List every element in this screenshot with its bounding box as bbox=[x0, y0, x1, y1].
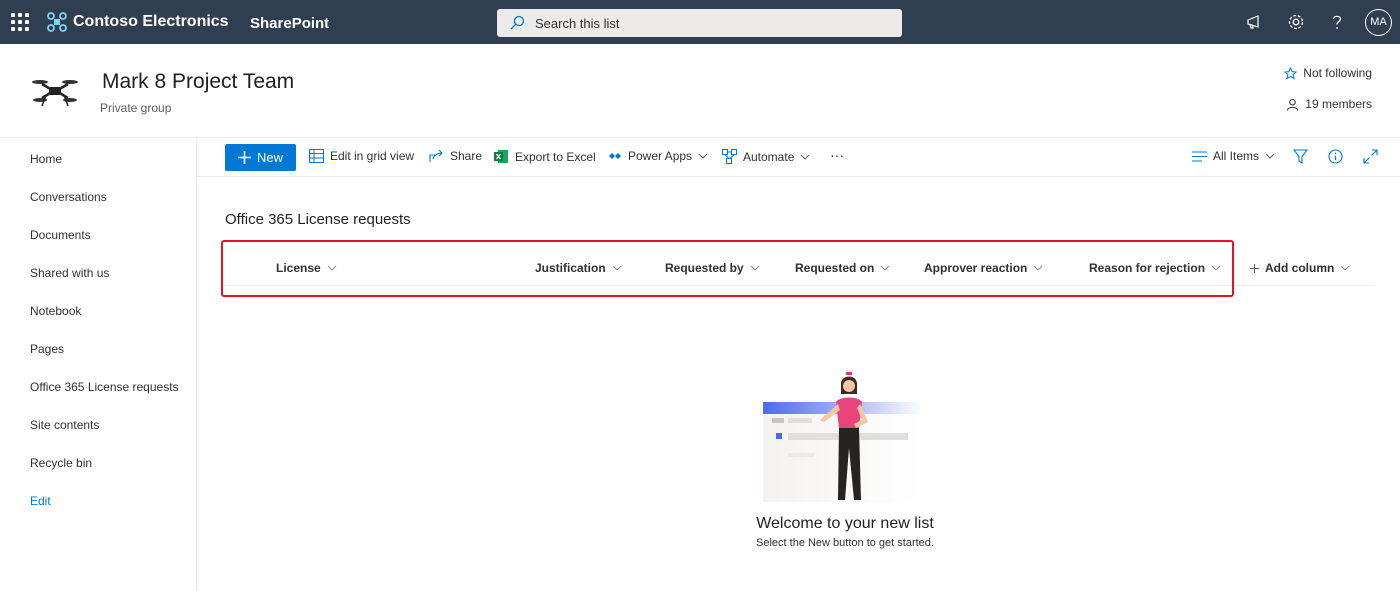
empty-list-illustration bbox=[763, 372, 923, 502]
gear-icon[interactable] bbox=[1286, 12, 1306, 32]
power-apps-label: Power Apps bbox=[628, 149, 693, 163]
site-subtitle: Private group bbox=[100, 101, 172, 115]
view-selector[interactable]: All Items bbox=[1192, 149, 1275, 163]
search-icon bbox=[510, 15, 525, 30]
nav-edit-link[interactable]: Edit bbox=[30, 494, 51, 508]
power-apps-button[interactable]: Power Apps bbox=[608, 149, 708, 163]
nav-item-site-contents[interactable]: Site contents bbox=[30, 418, 99, 432]
share-button[interactable]: Share bbox=[429, 149, 482, 163]
brand-name[interactable]: Contoso Electronics bbox=[73, 13, 229, 31]
add-column-button[interactable]: Add column bbox=[1250, 261, 1350, 275]
view-list-icon bbox=[1192, 151, 1207, 161]
nav-item-license-requests[interactable]: Office 365 License requests bbox=[30, 380, 179, 394]
nav-item-notebook[interactable]: Notebook bbox=[30, 304, 81, 318]
site-title: Mark 8 Project Team bbox=[102, 70, 295, 93]
members-button[interactable]: 19 members bbox=[1286, 97, 1372, 111]
help-icon[interactable] bbox=[1327, 12, 1347, 32]
share-label: Share bbox=[450, 149, 483, 163]
chevron-down-icon bbox=[698, 153, 708, 159]
edit-grid-button[interactable]: Edit in grid view bbox=[309, 149, 414, 163]
chevron-down-icon bbox=[1265, 153, 1275, 159]
app-launcher-icon[interactable] bbox=[11, 13, 29, 31]
suite-bar: Contoso Electronics SharePoint MA bbox=[0, 0, 1400, 44]
nav-item-home[interactable]: Home bbox=[30, 152, 62, 166]
empty-state-subtitle: Select the New button to get started. bbox=[756, 537, 934, 549]
app-name[interactable]: SharePoint bbox=[250, 15, 329, 32]
add-column-label: Add column bbox=[1265, 261, 1335, 275]
nav-item-shared-with-us[interactable]: Shared with us bbox=[30, 266, 109, 280]
list-title: Office 365 License requests bbox=[225, 211, 411, 228]
new-button-label: New bbox=[256, 150, 283, 165]
follow-button[interactable]: Not following bbox=[1284, 66, 1372, 80]
search-input[interactable] bbox=[535, 9, 885, 37]
automate-label: Automate bbox=[743, 149, 795, 164]
view-label: All Items bbox=[1213, 149, 1260, 163]
plus-icon bbox=[1250, 263, 1259, 273]
plus-icon bbox=[237, 151, 251, 164]
info-icon[interactable] bbox=[1328, 149, 1343, 164]
new-button[interactable]: New bbox=[225, 144, 296, 171]
empty-state-title: Welcome to your new list bbox=[756, 515, 934, 532]
column-highlight-box bbox=[221, 240, 1234, 297]
site-header: Mark 8 Project Team Private group Not fo… bbox=[0, 44, 1400, 138]
left-nav: Home Conversations Documents Shared with… bbox=[0, 138, 197, 591]
follow-label: Not following bbox=[1303, 66, 1372, 80]
drone-logo-icon[interactable] bbox=[30, 70, 80, 110]
export-excel-label: Export to Excel bbox=[515, 149, 596, 164]
nav-item-pages[interactable]: Pages bbox=[30, 342, 64, 356]
automate-button[interactable]: Automate bbox=[722, 149, 810, 164]
share-icon bbox=[429, 149, 443, 162]
filter-icon[interactable] bbox=[1293, 149, 1308, 164]
export-excel-button[interactable]: Export to Excel bbox=[494, 149, 596, 164]
grid-icon bbox=[309, 149, 324, 163]
members-label: 19 members bbox=[1305, 97, 1372, 111]
person-icon bbox=[1287, 98, 1299, 111]
avatar[interactable]: MA bbox=[1365, 9, 1392, 36]
chevron-down-icon bbox=[801, 154, 810, 160]
command-bar: New Edit in grid view Share Export to Ex… bbox=[197, 138, 1400, 177]
power-apps-icon bbox=[609, 153, 621, 159]
search-box[interactable] bbox=[497, 9, 902, 37]
star-icon bbox=[1284, 66, 1298, 80]
excel-icon bbox=[494, 150, 508, 163]
nav-item-conversations[interactable]: Conversations bbox=[30, 190, 107, 204]
more-options-button[interactable]: ··· bbox=[830, 147, 844, 163]
megaphone-icon[interactable] bbox=[1245, 12, 1265, 32]
automate-icon bbox=[722, 149, 737, 164]
nav-item-recycle-bin[interactable]: Recycle bin bbox=[30, 456, 92, 470]
edit-grid-label: Edit in grid view bbox=[330, 149, 415, 163]
nav-item-documents[interactable]: Documents bbox=[30, 228, 91, 242]
expand-icon[interactable] bbox=[1363, 149, 1378, 164]
chevron-down-icon bbox=[1340, 265, 1350, 271]
contoso-logo-icon bbox=[47, 12, 67, 32]
